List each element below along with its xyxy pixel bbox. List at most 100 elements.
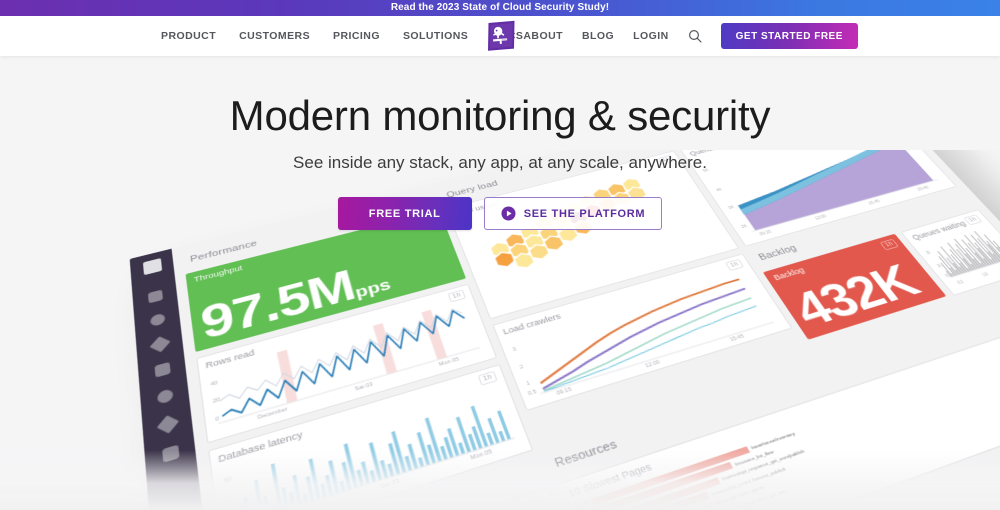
- rows-read-xtick-0: December: [257, 406, 289, 421]
- list-item: 4,388 /metrics/api_event_browse_publish: [582, 352, 1000, 510]
- load-crawlers-chart: 3 2 1 0.5 09:15 12:00 15:45: [512, 269, 783, 396]
- svg-text:0: 0: [215, 415, 220, 422]
- svg-text:3: 3: [512, 346, 518, 352]
- panel-load-crawlers: Load crawlers 1h 3 2 1 0.5 09:15 12:00 1…: [492, 253, 793, 411]
- list-item: 3,765 /metrics/api_get_user_query: [586, 360, 1000, 510]
- hero-subtitle: See inside any stack, any app, at any sc…: [293, 153, 707, 173]
- rows-read-xtick-1: Sat 03: [354, 381, 374, 392]
- resources-spacer: Disk space 1h 100% 75% 50%: [226, 487, 591, 510]
- dashboard-sidebar: [129, 248, 250, 510]
- backlog-tile-label: Backlog: [771, 265, 807, 282]
- svg-text:20: 20: [212, 396, 221, 404]
- list-item: 2,480 /items/api_get_user/resources: [595, 375, 1000, 510]
- svg-text:5K: 5K: [943, 272, 950, 279]
- list-item: 1,104 /api/monitor/resources/monitor/get…: [608, 398, 1000, 510]
- hero-cta-group: FREE TRIAL SEE THE PLATFORM: [0, 197, 1000, 231]
- svg-text:0.5: 0.5: [527, 388, 538, 396]
- see-the-platform-button[interactable]: SEE THE PLATFORM: [483, 197, 663, 231]
- nav-item-solutions[interactable]: SOLUTIONS: [403, 31, 468, 42]
- svg-text:2: 2: [519, 363, 525, 370]
- nav-item-blog[interactable]: BLOG: [582, 31, 614, 42]
- resources-header-row: Resources: [222, 290, 1000, 510]
- svg-text:60: 60: [223, 475, 232, 484]
- performance-column: Throughput 1h 97.5Mpps Rows read 1h: [185, 209, 534, 510]
- slowest-pages-cell: 10 Slowest Pages 1h 9,408 /warehouse/inv…: [555, 312, 1000, 510]
- list-item: 6,255 /resource_list_flow: [574, 337, 1000, 510]
- rows-read-chart: 40 20 0 December Sat 03 Mon 05: [210, 300, 487, 435]
- slow-page-label: /resource_list_flow: [733, 448, 775, 467]
- crawlers-xtick-2: 15:45: [729, 333, 746, 343]
- panel-disk-space-timerange: 1h: [523, 495, 547, 510]
- nav-item-pricing[interactable]: PRICING: [333, 31, 380, 42]
- backlog-tile: Backlog 1h 432K: [762, 233, 947, 340]
- primary-nav: PRODUCT CUSTOMERS PRICING SOLUTIONS DOCS: [161, 31, 523, 42]
- search-icon[interactable]: [688, 29, 702, 43]
- panel-database-latency-title: Database latency: [217, 428, 304, 465]
- throughput-value-number: 97.5M: [197, 261, 360, 350]
- sidebar-dashboard-icon: [147, 289, 163, 304]
- panel-rows-read-timerange: 1h: [447, 289, 467, 303]
- svg-text:40: 40: [210, 379, 219, 387]
- site-header: PRODUCT CUSTOMERS PRICING SOLUTIONS DOCS…: [0, 16, 1000, 56]
- db-latency-xtick-0: December: [275, 506, 309, 510]
- queues-waiting-chart: 15K 10K 5K 09:15 12:00 15:45: [924, 223, 1000, 286]
- list-item: 5,122 /metrics/api_response_get_user/pub…: [578, 345, 1000, 510]
- sidebar-metrics-icon: [153, 362, 171, 378]
- hero-section: Modern monitoring & security See inside …: [0, 56, 1000, 231]
- dashboard-row-2: Disk space 1h 100% 75% 50%: [226, 312, 1000, 510]
- slowest-pages-list: 9,408 /warehouse/inventory 6,255 /resour…: [565, 327, 1000, 510]
- slow-page-count: 9,408: [573, 500, 590, 510]
- list-item: 9,408 /warehouse/inventory: [571, 330, 1000, 510]
- secondary-nav: ABOUT BLOG LOGIN GET STARTED FREE: [523, 23, 858, 49]
- throughput-value-unit: pps: [353, 276, 394, 303]
- panel-disk-space: Disk space 1h 100% 75% 50%: [226, 487, 591, 510]
- rows-read-xtick-2: Mon 05: [438, 356, 460, 367]
- bottom-fade-overlay: [0, 450, 1000, 510]
- page-title: Modern monitoring & security: [229, 92, 771, 139]
- slow-page-label: /warehouse/inventory: [749, 430, 796, 451]
- nav-item-product[interactable]: PRODUCT: [161, 31, 216, 42]
- backlog-tile-value: 432K: [782, 255, 930, 338]
- sidebar-infra-icon: [161, 444, 179, 463]
- slow-page-label: /metrics/api_get_user_query: [701, 483, 765, 510]
- panel-load-crawlers-title: Load crawlers: [501, 311, 562, 336]
- slow-page-label: /metrics/api_event_browse_publish: [709, 465, 787, 497]
- throughput-tile-label: Throughput: [193, 263, 244, 284]
- throughput-tile-value: 97.5Mpps: [190, 239, 466, 352]
- sidebar-logo-icon: [142, 258, 162, 276]
- nav-item-about[interactable]: ABOUT: [523, 31, 563, 42]
- nav-item-login[interactable]: LOGIN: [633, 31, 669, 42]
- slow-page-label: /items/user_monitor/monitor/other_get_me…: [692, 486, 791, 510]
- promo-banner-text: Read the 2023 State of Cloud Security St…: [390, 2, 610, 13]
- sidebar-monitors-icon: [149, 336, 170, 353]
- datadog-logo[interactable]: [484, 19, 518, 53]
- crawlers-xtick-0: 09:15: [555, 386, 573, 396]
- panel-rows-read: Rows read 1h 40 20 0 December Sat 03 Mon…: [196, 283, 498, 444]
- queues-xtick-0: 09:15: [955, 278, 965, 286]
- db-latency-xtick-1: Sat 03: [379, 477, 401, 490]
- svg-text:1: 1: [525, 380, 531, 387]
- play-circle-icon: [501, 206, 516, 221]
- list-item: 1,934 /list_event_map: [599, 383, 1000, 510]
- throughput-tile: Throughput 1h 97.5Mpps: [185, 209, 467, 353]
- crawlers-xtick-1: 12:00: [644, 359, 661, 369]
- nav-item-customers[interactable]: CUSTOMERS: [239, 31, 310, 42]
- free-trial-button[interactable]: FREE TRIAL: [337, 197, 472, 231]
- panel-database-latency: Database latency 1h 60 30 Sat 03 Mon 05: [208, 364, 534, 510]
- panel-load-crawlers-timerange: 1h: [724, 258, 745, 272]
- promo-banner[interactable]: Read the 2023 State of Cloud Security St…: [0, 0, 1000, 16]
- landing-page: Read the 2023 State of Cloud Security St…: [0, 0, 1000, 510]
- panel-slowest-pages: 10 Slowest Pages 1h 9,408 /warehouse/inv…: [555, 312, 1000, 510]
- get-started-free-button[interactable]: GET STARTED FREE: [720, 23, 858, 49]
- see-the-platform-label: SEE THE PLATFORM: [523, 207, 646, 220]
- panel-database-latency-timerange: 1h: [477, 370, 498, 386]
- list-item: 1,510 /api_get_index: [603, 390, 1000, 510]
- database-latency-chart: 60 30 0 December Sat 03 Mon 05: [223, 405, 523, 510]
- slow-page-label: /metrics/api_response_get_user/publish: [720, 448, 806, 482]
- svg-text:15K: 15K: [924, 249, 932, 256]
- backlog-tile-timerange: 1h: [879, 238, 899, 251]
- svg-text:30: 30: [226, 497, 236, 506]
- sidebar-events-icon: [149, 312, 165, 328]
- panel-rows-read-title: Rows read: [204, 347, 256, 370]
- panel-slowest-pages-title: 10 Slowest Pages: [566, 460, 654, 499]
